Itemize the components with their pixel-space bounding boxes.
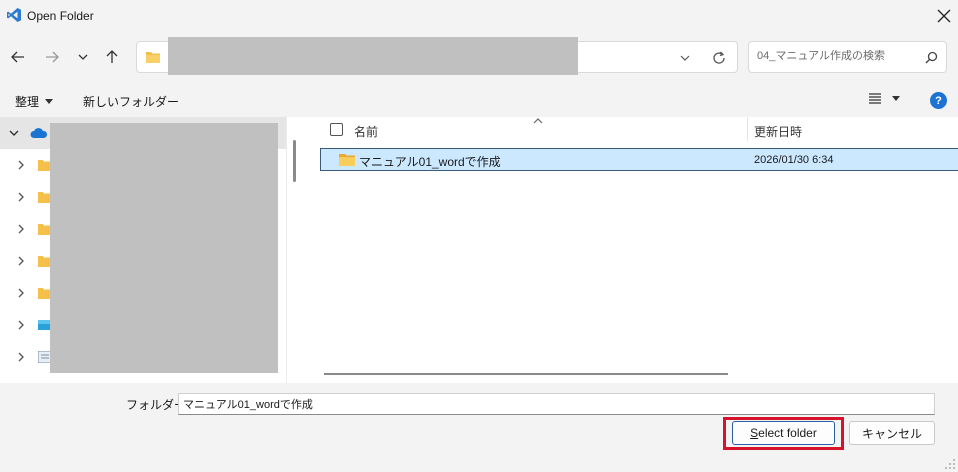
help-icon[interactable]: ? — [930, 92, 947, 109]
close-button[interactable] — [930, 2, 958, 30]
column-header-name[interactable]: 名前 — [354, 123, 378, 140]
accelerator-key: S — [750, 426, 759, 440]
search-input[interactable] — [757, 50, 917, 62]
new-folder-button[interactable]: 新しいフォルダー — [83, 93, 179, 110]
chevron-down-icon — [892, 95, 900, 101]
forward-button[interactable] — [40, 45, 64, 69]
chevron-right-icon — [18, 192, 24, 202]
redacted-area — [168, 37, 578, 75]
vscode-icon — [7, 8, 21, 22]
forward-arrow-icon — [46, 51, 59, 63]
recent-locations-button[interactable] — [71, 45, 95, 69]
chevron-right-icon — [18, 320, 24, 330]
navigation-pane[interactable] — [0, 117, 286, 383]
select-folder-button[interactable]: Select folder — [732, 421, 835, 445]
file-list[interactable]: 名前 更新日時 マニュアル01_wordで作成 2026/01/30 6:34 — [304, 117, 958, 383]
up-button[interactable] — [100, 45, 124, 69]
chevron-right-icon — [18, 256, 24, 266]
select-folder-label: elect folder — [758, 426, 817, 440]
title-bar — [0, 0, 958, 32]
tree-item[interactable] — [0, 373, 286, 383]
column-divider[interactable] — [747, 117, 748, 141]
organize-label: 整理 — [15, 95, 40, 109]
address-bar[interactable] — [136, 37, 738, 75]
organize-button[interactable]: 整理 — [15, 93, 54, 110]
onedrive-icon — [30, 128, 48, 138]
horizontal-scrollbar-thumb[interactable] — [324, 373, 728, 375]
redacted-area — [50, 123, 278, 373]
chevron-down-icon — [78, 54, 88, 60]
chevron-right-icon — [18, 160, 24, 170]
search-box[interactable] — [748, 41, 947, 73]
sort-up-icon — [533, 118, 543, 124]
resize-grip-icon[interactable] — [944, 456, 956, 470]
view-details-icon — [869, 93, 881, 104]
scrollbar-thumb[interactable] — [293, 140, 296, 182]
chevron-right-icon — [18, 224, 24, 234]
folder-icon — [339, 154, 355, 166]
chevron-down-icon — [45, 99, 54, 104]
cancel-button[interactable]: キャンセル — [849, 421, 935, 445]
up-arrow-icon — [106, 50, 118, 63]
list-item[interactable]: マニュアル01_wordで作成 2026/01/30 6:34 — [320, 148, 958, 171]
folder-name-input[interactable] — [178, 393, 935, 415]
column-header-date[interactable]: 更新日時 — [754, 123, 802, 140]
refresh-icon[interactable] — [711, 50, 727, 66]
search-icon[interactable] — [925, 51, 938, 64]
chevron-right-icon — [18, 352, 24, 362]
back-arrow-icon — [11, 51, 24, 63]
select-all-checkbox[interactable] — [330, 123, 343, 136]
item-date: 2026/01/30 6:34 — [754, 154, 834, 166]
close-icon — [937, 9, 951, 23]
back-button[interactable] — [6, 45, 30, 69]
chevron-down-icon — [9, 130, 19, 136]
chevron-down-icon[interactable] — [679, 52, 691, 64]
folder-icon — [146, 52, 160, 63]
window-title: Open Folder — [27, 9, 94, 23]
item-name: マニュアル01_wordで作成 — [359, 155, 501, 169]
chevron-right-icon — [18, 288, 24, 298]
view-options-button[interactable] — [868, 92, 900, 104]
